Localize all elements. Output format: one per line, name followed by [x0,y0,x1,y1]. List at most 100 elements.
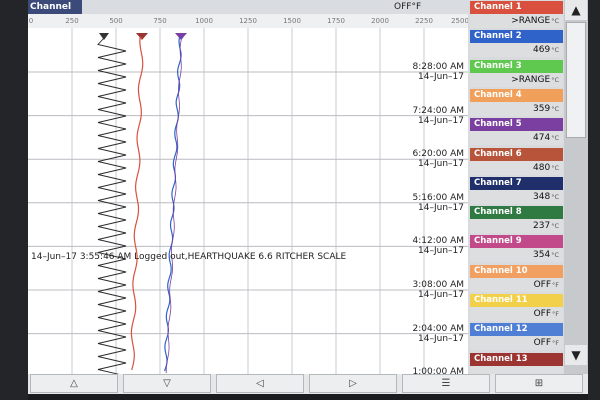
channel-name: Channel 1 [470,1,563,14]
channel-name: Channel 2 [470,30,563,44]
time-label: 3:08:00 AM 14–Jun–17 [413,280,464,300]
channel-reading: 474 [533,133,551,144]
scale-tick: 2250 [415,17,433,25]
channel-value: OFF°F [470,307,563,321]
up-arrow-button[interactable]: △ [30,374,118,393]
menu-icon: ☰ [441,378,451,389]
scroll-up-button[interactable]: ▲ [565,0,587,20]
channel-tile[interactable]: Channel 8 237°C [470,206,563,234]
channel-tile[interactable]: Channel 2 469°C [470,30,563,58]
bezel-left [0,0,28,400]
scale-tick: 750 [153,17,167,25]
channel-name: Channel 11 [470,294,563,307]
time-label: 8:28:00 AM 14–Jun–17 [413,62,464,82]
time-value: 5:16:00 AM [412,192,464,203]
date-value: 14–Jun–17 [418,202,464,213]
channel-value: 480°C [470,161,563,175]
channel-value: 354°C [470,248,563,262]
channel-name: Channel 6 [470,147,563,161]
time-value: 3:08:00 AM [412,280,464,290]
channel-name: Channel 9 [470,235,563,249]
channel-unit: °C [551,46,559,55]
right-arrow-button[interactable]: ▷ [309,374,397,393]
channel-tile[interactable]: Channel 9 354°C [470,235,563,263]
channel-unit: °F [552,310,559,318]
up-arrow-icon: △ [70,378,78,389]
time-label: 5:16:00 AM 14–Jun–17 [413,193,464,213]
chart-canvas [28,28,468,374]
scroll-thumb[interactable] [566,22,586,138]
channel-tile[interactable]: Channel 6 480°C [470,147,563,175]
channel-tile[interactable]: Channel 7 348°C [470,176,563,204]
channel-tile[interactable]: Channel 5 474°C [470,118,563,146]
channel-name: Channel 3 [470,59,563,73]
channel-reading: >RANGE [511,16,551,26]
strip-chart: 8:28:00 AM 14–Jun–17 7:24:00 AM 14–Jun–17 6:… [28,28,468,374]
channel-unit: °F [552,280,559,289]
channel-name: Channel 8 [470,206,563,220]
date-value: 14–Jun–17 [418,115,464,126]
channel-reading: 359 [533,103,551,114]
channel-value: 348°C [470,190,563,204]
time-value: 8:28:00 AM [412,62,464,72]
channel-value [470,366,563,374]
date-value: 14–Jun–17 [418,72,464,82]
channel-reading: >RANGE [511,74,551,85]
time-label: 7:24:00 AM 14–Jun–17 [413,106,464,126]
date-value: 14–Jun–17 [418,333,464,344]
channel-marker-icon [136,33,148,40]
channel-unit: °C [551,75,559,84]
layout-button[interactable]: ⊞ [495,374,583,393]
channel-unit: °C [551,163,559,172]
channel-name: Channel 12 [470,323,563,337]
channel-scrollbar[interactable]: ▲ ▼ [564,0,588,374]
scale-tick: 1000 [195,17,213,25]
scroll-down-button[interactable]: ▼ [565,345,587,365]
scale-tick: 1500 [283,17,301,25]
channel-reading: 480 [533,162,551,173]
channel-reading: 354 [533,250,551,261]
current-channel-title[interactable]: Channel 34 [28,0,82,26]
channel-unit: °C [551,17,559,25]
channel-tile[interactable]: Channel 4 359°C [470,88,563,116]
left-arrow-button[interactable]: ◁ [216,374,304,393]
channel-unit: °F [552,339,559,348]
trace-channel-orange [130,37,144,371]
scale-tick: 500 [109,17,123,25]
channel-reading: 237 [533,221,551,232]
time-label: 2:04:00 AM 14–Jun–17 [413,324,464,344]
time-value: 6:20:00 AM [412,149,464,160]
channel-tile[interactable]: Channel 1 >RANGE°C [470,1,563,28]
channel-tile[interactable]: Channel 3 >RANGE°C [470,59,563,87]
channel-name: Channel 4 [470,88,563,102]
channel-tile[interactable]: Channel 12 OFF°F [470,323,563,351]
scale-tick: 1750 [327,17,345,25]
channel-value: 237°C [470,219,563,233]
layout-icon: ⊞ [534,378,544,389]
date-value: 14–Jun–17 [418,290,464,300]
trace-channel-dark [97,37,127,374]
time-label: 6:20:00 AM 14–Jun–17 [413,149,464,169]
date-value: 14–Jun–17 [418,246,464,257]
channel-marker-icon [99,33,109,40]
channel-tile[interactable]: Channel 11 OFF°F [470,294,563,321]
channel-value: 469°C [470,43,563,57]
trace-channel-purple [165,37,183,374]
channel-value: OFF°F [470,278,563,292]
time-label: 1:00:00 AM [413,367,464,374]
channel-value: >RANGE°C [470,73,563,87]
channel-unit: °C [551,104,559,113]
channel-reading: 469 [533,45,551,56]
triangle-down-icon: ▼ [571,348,581,362]
channel-name: Channel 5 [470,118,563,132]
menu-button[interactable]: ☰ [402,374,490,393]
time-label: 4:12:00 AM 14–Jun–17 [413,236,464,256]
time-value: 2:04:00 AM [412,323,464,334]
channel-tile[interactable]: Channel 10 OFF°F [470,264,563,292]
down-arrow-button[interactable]: ▽ [123,374,211,393]
channel-panel: Channel 1 >RANGE°C Channel 2 469°C Channel 3… [468,0,564,374]
channel-tile[interactable]: Channel 13 [470,352,563,374]
scale-tick: 2000 [371,17,389,25]
time-value: 1:00:00 AM [412,367,464,374]
channel-unit: °C [551,251,559,260]
